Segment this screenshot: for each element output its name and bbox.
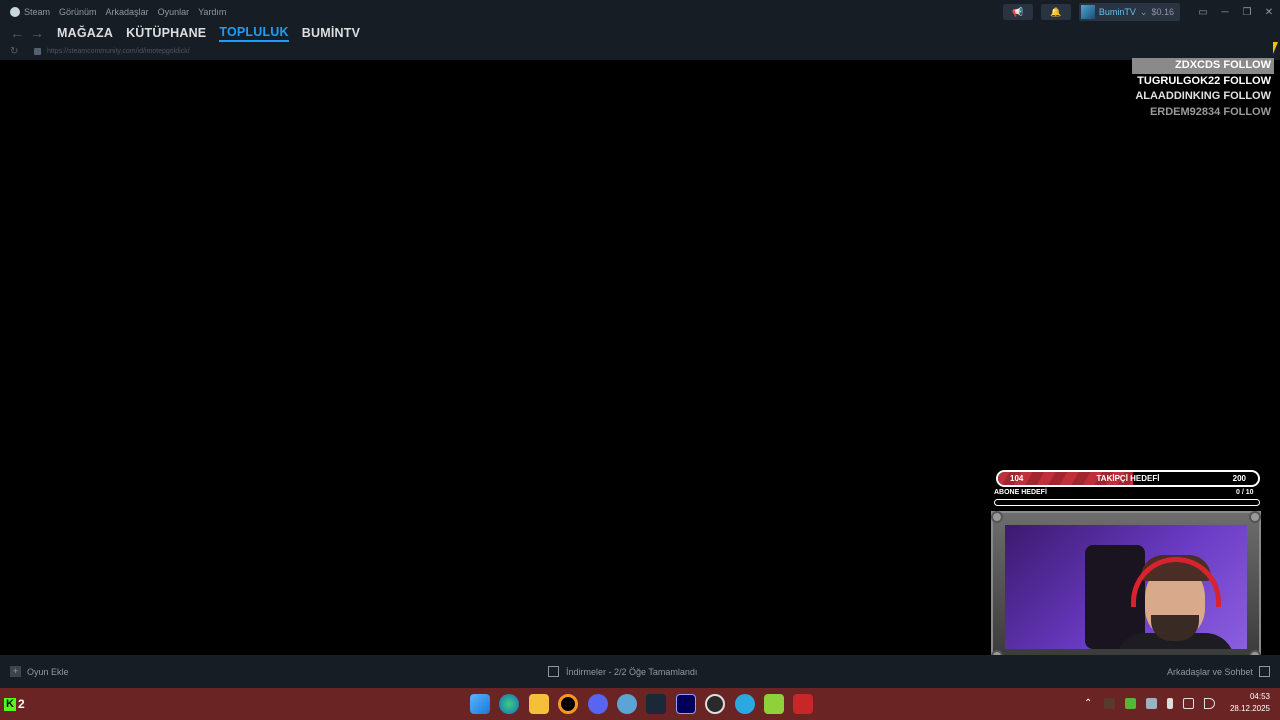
back-arrow-icon[interactable]: ← xyxy=(10,25,24,41)
downloads-button[interactable]: İndirmeler - 2/2 Öğe Tamamlandı xyxy=(548,666,697,677)
follower-goal-target: 200 xyxy=(1232,474,1246,483)
restore-icon[interactable]: ❐ xyxy=(1236,7,1258,18)
webcam-frame xyxy=(991,511,1261,662)
tab-profile[interactable]: BUMİNTV xyxy=(302,26,360,40)
taskbar-apps xyxy=(470,694,823,714)
screen: Steam Görünüm Arkadaşlar Oyunlar Yardım … xyxy=(0,0,1280,720)
url-text[interactable]: https://steamcommunity.com/id/imotepgold… xyxy=(47,48,190,55)
follow-alert: TUGRULGOK22 FOLLOW xyxy=(1137,74,1271,87)
menu-friends[interactable]: Arkadaşlar xyxy=(106,7,149,17)
follower-goal-bar: 104 TAKİPÇİ HEDEFİ 200 xyxy=(996,470,1260,487)
frame-corner xyxy=(1249,511,1261,523)
close-icon[interactable]: ✕ xyxy=(1258,7,1280,18)
downloads-icon xyxy=(548,666,559,677)
windows-start-icon[interactable] xyxy=(470,694,490,714)
obs-icon[interactable] xyxy=(705,694,726,714)
forward-arrow-icon[interactable]: → xyxy=(30,25,44,41)
wallet-balance: $0.16 xyxy=(1151,7,1174,17)
tab-store[interactable]: MAĞAZA xyxy=(57,26,113,40)
bell-icon: 🔔 xyxy=(1050,6,1062,17)
follow-alert: ZDXCDS FOLLOW xyxy=(1132,58,1274,74)
sub-goal-bar xyxy=(994,499,1260,506)
account-menu-button[interactable]: BuminTV ⌄ $0.16 xyxy=(1078,3,1180,21)
origin-icon[interactable] xyxy=(558,694,579,714)
big-picture-icon[interactable]: ▭ xyxy=(1192,7,1214,18)
tab-library[interactable]: KÜTÜPHANE xyxy=(126,26,206,40)
add-game-label: Oyun Ekle xyxy=(27,666,69,677)
notepad-a-icon[interactable] xyxy=(763,694,784,714)
reload-icon[interactable]: ↻ xyxy=(10,46,24,57)
sky-app-icon[interactable] xyxy=(616,694,637,714)
follower-goal-title: TAKİPÇİ HEDEFİ xyxy=(1096,474,1160,483)
menu-games[interactable]: Oyunlar xyxy=(158,7,190,17)
username: BuminTV xyxy=(1098,7,1136,17)
menubar-right: 📢 🔔 BuminTV ⌄ $0.16 ▭ ─ ❐ ✕ xyxy=(1002,0,1280,24)
chevron-up-icon[interactable]: ⌃ xyxy=(1084,698,1092,709)
tab-community[interactable]: TOPLULUK xyxy=(219,25,289,42)
menu-view[interactable]: Görünüm xyxy=(59,7,97,17)
steam-icon[interactable] xyxy=(646,694,667,714)
downloads-status: İndirmeler - 2/2 Öğe Tamamlandı xyxy=(566,666,698,677)
steam-bottom-bar: + Oyun Ekle İndirmeler - 2/2 Öğe Tamamla… xyxy=(0,655,1280,688)
windows-taskbar: K 2 ⌃ 04:53 28.12.2025 xyxy=(0,688,1280,720)
premiere-pro-icon[interactable] xyxy=(675,694,696,714)
menu-help[interactable]: Yardım xyxy=(198,7,226,17)
webcam-feed xyxy=(1005,525,1247,649)
steam-menubar: Steam Görünüm Arkadaşlar Oyunlar Yardım … xyxy=(0,0,1280,24)
follow-alert: ALAADDINKING FOLLOW xyxy=(1135,90,1271,102)
megaphone-icon: 📢 xyxy=(1012,6,1024,17)
follow-alerts: ZDXCDS FOLLOW TUGRULGOK22 FOLLOW ALAADDI… xyxy=(1132,58,1274,120)
chromium-app-icon[interactable] xyxy=(734,694,755,714)
sub-goal-count: 0 / 10 xyxy=(1236,489,1254,496)
file-explorer-icon[interactable] xyxy=(528,694,549,714)
clock-date: 28.12.2025 xyxy=(1229,704,1270,713)
chat-icon xyxy=(1259,666,1270,677)
menu-steam[interactable]: Steam xyxy=(24,7,50,17)
volume-icon[interactable] xyxy=(1204,698,1216,709)
chevron-down-icon: ⌄ xyxy=(1139,6,1148,17)
system-tray: ⌃ xyxy=(1084,698,1225,709)
follow-alert: ERDEM92834 FOLLOW xyxy=(1149,105,1271,118)
kick-logo-icon: K xyxy=(4,698,16,711)
network-icon[interactable] xyxy=(1183,698,1195,709)
friends-chat-button[interactable]: Arkadaşlar ve Sohbet xyxy=(1167,666,1270,677)
taskbar-clock[interactable]: 04:53 28.12.2025 xyxy=(1230,692,1270,713)
url-bar: ↻ https://steamcommunity.com/id/imotepgo… xyxy=(0,42,1280,60)
tray-play-icon[interactable] xyxy=(1125,698,1137,709)
tray-steam-icon[interactable] xyxy=(1146,698,1158,709)
minimize-icon[interactable]: ─ xyxy=(1214,7,1236,18)
announcements-button[interactable]: 📢 xyxy=(1002,4,1033,20)
discord-icon[interactable] xyxy=(587,694,608,714)
lock-icon xyxy=(34,47,41,55)
tray-app-icon[interactable] xyxy=(1104,698,1116,709)
sub-goal-label: ABONE HEDEFİ xyxy=(994,489,1047,496)
plus-icon: + xyxy=(10,666,21,677)
microphone-icon[interactable] xyxy=(1167,698,1174,709)
add-game-button[interactable]: + Oyun Ekle xyxy=(10,666,69,677)
clock-time: 04:53 xyxy=(1249,692,1270,701)
friends-chat-label: Arkadaşlar ve Sohbet xyxy=(1166,666,1253,677)
steam-logo-icon xyxy=(10,7,20,17)
edge-icon[interactable] xyxy=(499,694,520,714)
steam-nav: ← → MAĞAZA KÜTÜPHANE TOPLULUK BUMİNTV xyxy=(0,24,1280,42)
frame-corner xyxy=(991,511,1003,523)
kick-viewer-count: 2 xyxy=(18,697,25,711)
mouse-cursor-icon xyxy=(1273,42,1278,54)
notifications-button[interactable]: 🔔 xyxy=(1040,4,1071,20)
avatar xyxy=(1080,5,1095,19)
stream-app-icon[interactable] xyxy=(793,694,814,714)
